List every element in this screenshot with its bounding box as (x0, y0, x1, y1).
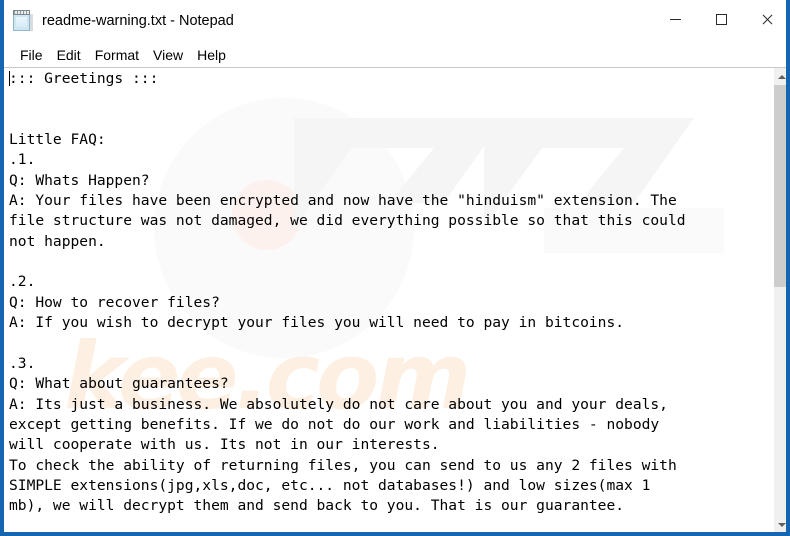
menu-item-edit[interactable]: Edit (50, 45, 88, 65)
chevron-up-icon (778, 74, 786, 79)
close-icon (761, 13, 774, 26)
chevron-down-icon (778, 522, 786, 527)
editor-text: ::: Greetings ::: Little FAQ: .1. Q: Wha… (9, 70, 686, 515)
notepad-window: readme-warning.txt - Notepad File Edit F… (0, 0, 790, 536)
minimize-button[interactable] (652, 0, 698, 38)
vertical-scrollbar[interactable] (773, 68, 786, 532)
menu-item-file[interactable]: File (13, 45, 50, 65)
maximize-button[interactable] (698, 0, 744, 38)
menu-item-help[interactable]: Help (190, 45, 233, 65)
menu-bar: File Edit Format View Help (4, 42, 786, 67)
text-content-area[interactable]: ::: Greetings ::: Little FAQ: .1. Q: Wha… (4, 68, 773, 532)
menu-item-view[interactable]: View (146, 45, 190, 65)
title-bar[interactable]: readme-warning.txt - Notepad (4, 0, 786, 43)
menu-item-format[interactable]: Format (88, 45, 146, 65)
title-bar-left: readme-warning.txt - Notepad (12, 0, 234, 42)
scroll-down-button[interactable] (774, 516, 786, 532)
maximize-icon (715, 13, 727, 25)
editor-area: kee.com ::: Greetings ::: Little FAQ: .1… (4, 67, 786, 532)
window-controls (652, 0, 786, 38)
notepad-icon (12, 10, 34, 32)
scroll-up-button[interactable] (774, 68, 786, 85)
close-button[interactable] (744, 0, 786, 38)
scrollbar-thumb[interactable] (774, 85, 786, 287)
minimize-icon (669, 18, 681, 20)
window-title: readme-warning.txt - Notepad (42, 13, 234, 29)
